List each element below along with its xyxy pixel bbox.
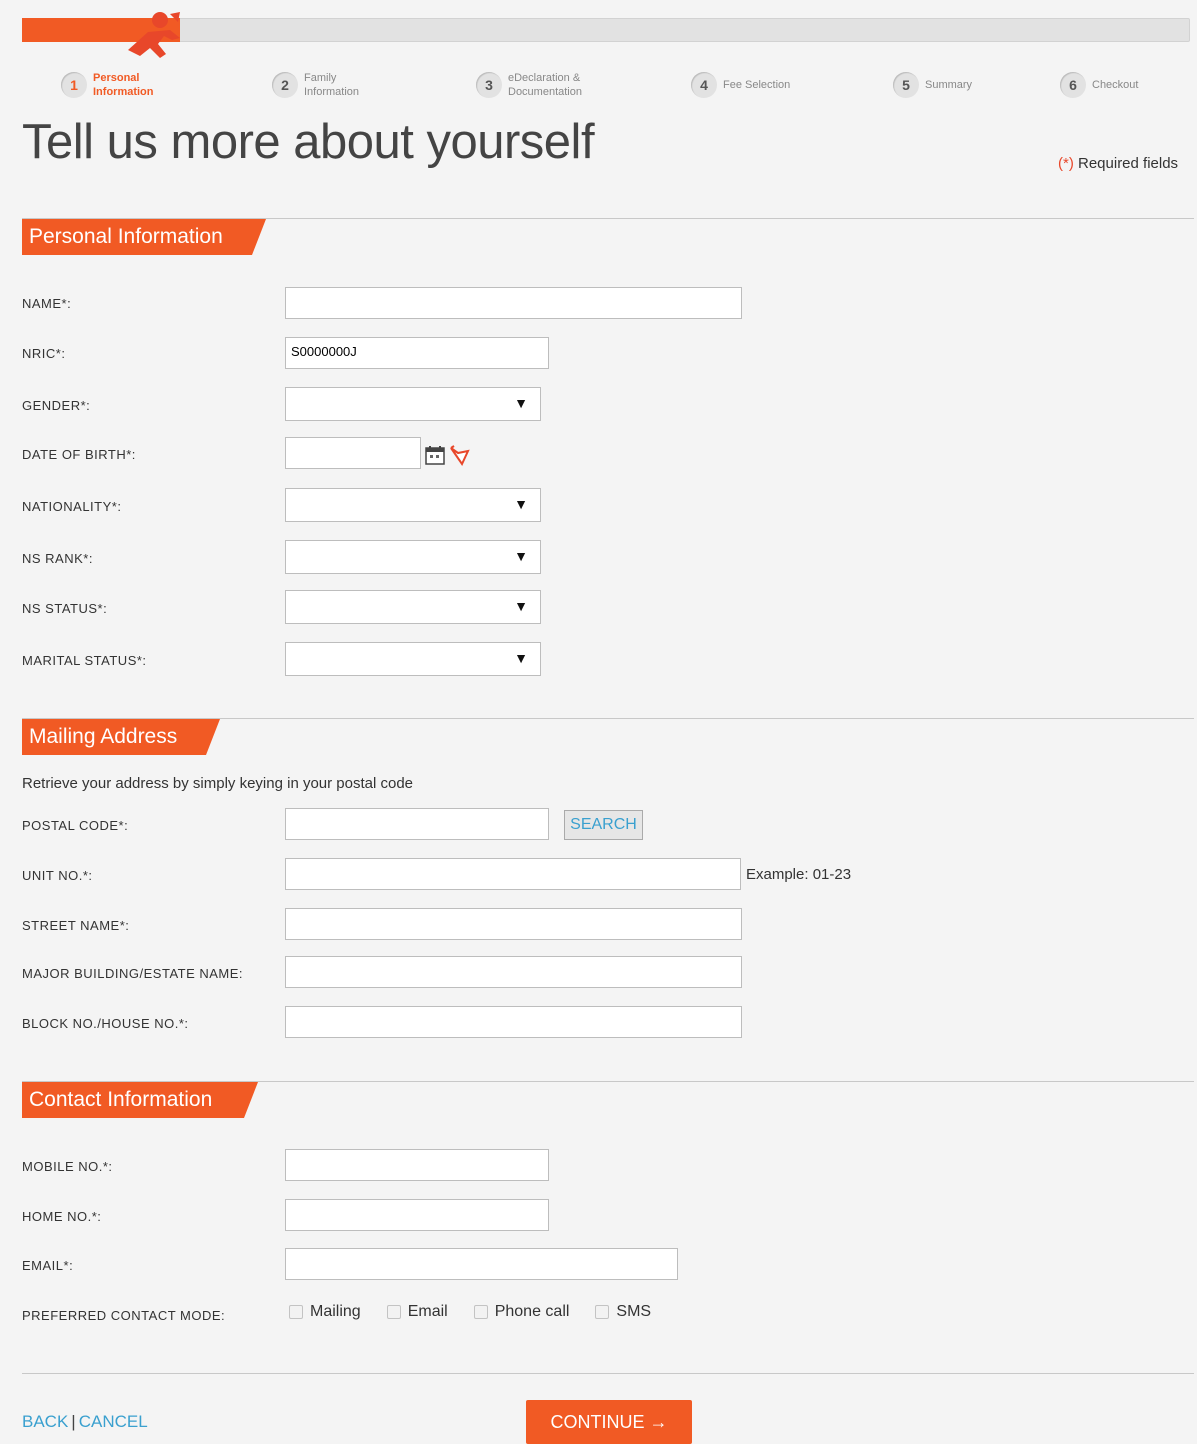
chevron-down-icon: ▼ bbox=[514, 548, 528, 564]
street-name-label: STREET NAME*: bbox=[22, 918, 130, 933]
step-label: Summary bbox=[925, 79, 973, 91]
dob-input[interactable] bbox=[285, 437, 421, 469]
marital-status-label: MARITAL STATUS*: bbox=[22, 653, 147, 668]
unit-no-label: UNIT NO.*: bbox=[22, 868, 93, 883]
contact-mode-label: PREFERRED CONTACT MODE: bbox=[22, 1308, 226, 1323]
name-input[interactable] bbox=[285, 287, 742, 319]
step-label: Checkout bbox=[1092, 79, 1139, 91]
gender-select[interactable]: ▼ bbox=[285, 387, 541, 421]
step-number: 3 bbox=[476, 72, 502, 98]
progress-track bbox=[22, 18, 1190, 42]
chevron-down-icon: ▼ bbox=[514, 650, 528, 666]
nationality-label: NATIONALITY*: bbox=[22, 499, 122, 514]
checkbox[interactable] bbox=[473, 1305, 488, 1319]
required-star: (*) bbox=[1058, 155, 1074, 172]
step-number: 5 bbox=[893, 72, 919, 98]
dob-label: DATE OF BIRTH*: bbox=[22, 447, 136, 462]
footer-links: BACK | CANCEL bbox=[22, 1412, 148, 1432]
contact-mode-phone-call[interactable]: Phone call bbox=[473, 1303, 570, 1321]
unit-no-hint: Example: 01-23 bbox=[746, 866, 852, 883]
checkbox-label: Email bbox=[407, 1303, 448, 1320]
home-no-label: HOME NO.*: bbox=[22, 1209, 102, 1224]
nric-label: NRIC*: bbox=[22, 346, 66, 361]
email-input[interactable] bbox=[285, 1248, 678, 1280]
ns-rank-select[interactable]: ▼ bbox=[285, 540, 541, 574]
ns-status-select[interactable]: ▼ bbox=[285, 590, 541, 624]
divider bbox=[22, 1373, 1194, 1374]
building-name-input[interactable] bbox=[285, 956, 742, 988]
marital-status-select[interactable]: ▼ bbox=[285, 642, 541, 676]
step-1[interactable]: 1 Personal Information bbox=[61, 70, 154, 100]
section-heading: Contact Information bbox=[29, 1088, 213, 1111]
chevron-down-icon: ▼ bbox=[514, 395, 528, 411]
ns-status-label: NS STATUS*: bbox=[22, 601, 108, 616]
calendar-icon[interactable] bbox=[425, 445, 445, 465]
nationality-select[interactable]: ▼ bbox=[285, 488, 541, 522]
postal-lookup-intro: Retrieve your address by simply keying i… bbox=[22, 775, 414, 792]
clear-date-icon[interactable] bbox=[448, 445, 472, 467]
nric-input[interactable]: S0000000J bbox=[285, 337, 549, 369]
block-no-input[interactable] bbox=[285, 1006, 742, 1038]
checkbox-label: Mailing bbox=[310, 1303, 361, 1320]
postal-code-label: POSTAL CODE*: bbox=[22, 818, 129, 833]
mobile-no-input[interactable] bbox=[285, 1149, 549, 1181]
building-name-label: MAJOR BUILDING/ESTATE NAME: bbox=[22, 966, 244, 981]
step-label: Fee Selection bbox=[723, 79, 791, 91]
required-text: Required fields bbox=[1073, 155, 1179, 172]
contact-mode-email[interactable]: Email bbox=[386, 1303, 448, 1321]
ns-rank-label: NS RANK*: bbox=[22, 551, 93, 566]
name-label: NAME*: bbox=[22, 296, 72, 311]
unit-no-input[interactable] bbox=[285, 858, 741, 890]
step-3[interactable]: 3 eDeclaration & Documentation bbox=[476, 70, 582, 100]
page-title: Tell us more about yourself bbox=[22, 115, 595, 169]
chevron-down-icon: ▼ bbox=[514, 496, 528, 512]
step-number: 1 bbox=[61, 72, 87, 98]
contact-mode-group: Mailing Email Phone call SMS bbox=[289, 1303, 677, 1321]
postal-code-input[interactable] bbox=[285, 808, 549, 840]
step-number: 2 bbox=[272, 72, 298, 98]
block-no-label: BLOCK NO./HOUSE NO.*: bbox=[22, 1016, 189, 1031]
chevron-down-icon: ▼ bbox=[514, 598, 528, 614]
email-label: EMAIL*: bbox=[22, 1258, 74, 1273]
step-label: Family Information bbox=[304, 72, 360, 98]
required-fields-note: (*) Required fields bbox=[1058, 155, 1178, 172]
step-5[interactable]: 5 Summary bbox=[893, 70, 972, 100]
checkbox[interactable] bbox=[289, 1305, 303, 1319]
checkbox[interactable] bbox=[595, 1305, 610, 1319]
contact-mode-mailing[interactable]: Mailing bbox=[289, 1303, 361, 1321]
gender-label: GENDER*: bbox=[22, 398, 91, 413]
step-label: eDeclaration & Documentation bbox=[508, 72, 582, 98]
cancel-link[interactable]: CANCEL bbox=[79, 1412, 148, 1432]
step-4[interactable]: 4 Fee Selection bbox=[691, 70, 790, 100]
street-name-input[interactable] bbox=[285, 908, 742, 940]
search-button[interactable]: SEARCH bbox=[564, 810, 643, 840]
mobile-no-label: MOBILE NO.*: bbox=[22, 1159, 113, 1174]
back-link[interactable]: BACK bbox=[22, 1412, 68, 1432]
step-number: 6 bbox=[1060, 72, 1086, 98]
link-separator: | bbox=[71, 1412, 76, 1431]
section-heading: Personal Information bbox=[29, 225, 223, 248]
section-heading: Mailing Address bbox=[29, 725, 178, 748]
step-label: Personal Information bbox=[93, 72, 154, 98]
contact-mode-sms[interactable]: SMS bbox=[595, 1303, 651, 1321]
step-2[interactable]: 2 Family Information bbox=[272, 70, 359, 100]
step-6[interactable]: 6 Checkout bbox=[1060, 70, 1138, 100]
home-no-input[interactable] bbox=[285, 1199, 549, 1231]
checkbox-label: Phone call bbox=[494, 1303, 570, 1320]
checkbox-label: SMS bbox=[616, 1303, 652, 1320]
step-number: 4 bbox=[691, 72, 717, 98]
runner-icon bbox=[128, 12, 180, 58]
continue-button[interactable]: CONTINUE → bbox=[526, 1400, 692, 1444]
checkbox[interactable] bbox=[386, 1305, 401, 1319]
